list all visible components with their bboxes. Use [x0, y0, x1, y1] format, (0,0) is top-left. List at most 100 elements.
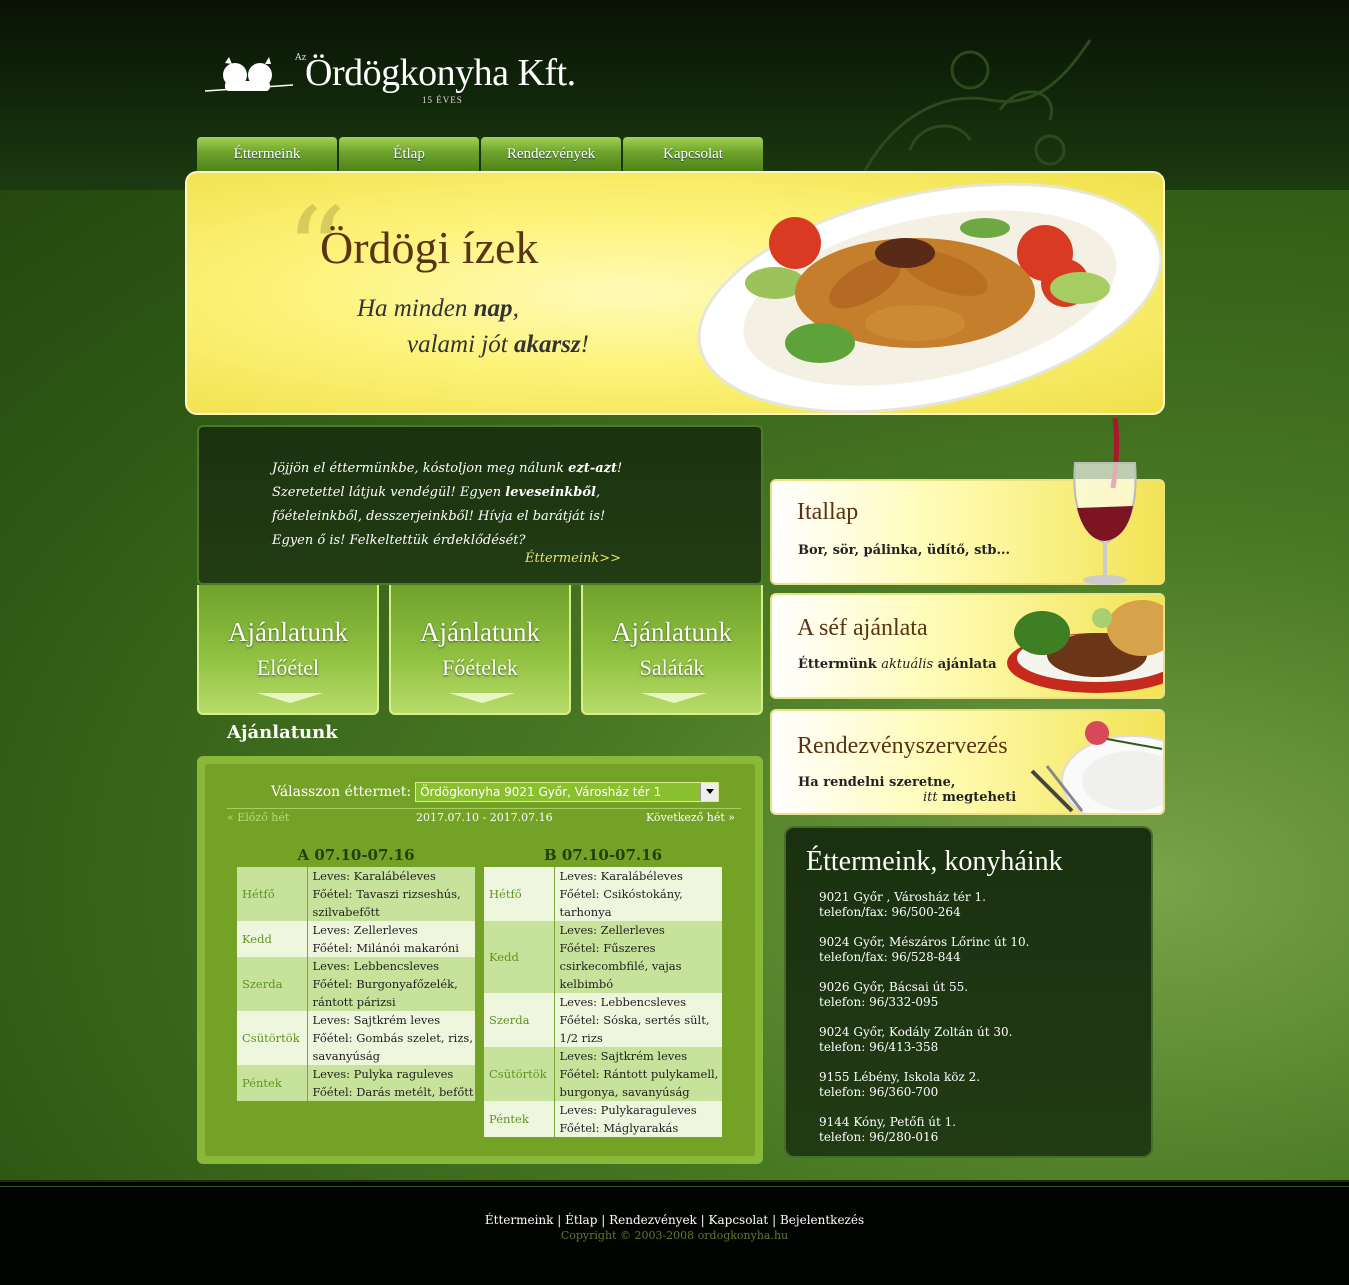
dish-cell: Leves: Pulyka raguleves Főétel: Darás met…	[307, 1065, 475, 1101]
events-box[interactable]: Rendezvényszervezés Ha rendelni szeretne…	[770, 709, 1165, 815]
rose-plate-icon	[1030, 721, 1163, 813]
table-row: Péntek Leves: Pulyka raguleves Főétel: Dar…	[237, 1065, 475, 1101]
dish-cell: Leves: Sajtkrém leves Főétel: Gombás szel…	[307, 1011, 475, 1065]
restaurant-select-label: Válasszon éttermet:	[271, 784, 412, 800]
day-cell: Hétfő	[484, 867, 555, 921]
logo-years: 15 ÉVES	[422, 95, 463, 105]
chevron-down-icon[interactable]	[700, 783, 719, 801]
list-item: 9026 Győr, Bácsai út 55. telefon: 96/332-…	[819, 980, 969, 1009]
list-item: 9024 Győr, Kodály Zoltán út 30. telefon: …	[819, 1025, 1013, 1054]
chef-box[interactable]: A séf ajánlata Éttermünk aktuális ajánla…	[770, 593, 1165, 699]
offer-tile-salatak[interactable]: Ajánlatunk Saláták	[581, 585, 763, 715]
hero-banner: “ Ördögi ízek Ha minden nap, valami jót …	[185, 171, 1165, 415]
food-plate-icon	[697, 182, 1163, 413]
events-subtitle-line2: itt megteheti	[923, 790, 1017, 805]
events-title: Rendezvényszervezés	[797, 733, 1008, 759]
hero-title: Ördögi ízek	[320, 222, 539, 273]
restaurant-select[interactable]: Ördögkonyha 9021 Győr, Városház tér 1	[415, 782, 720, 802]
table-row: Szerda Leves: Lebbencsleves Főétel: Sóska,…	[484, 993, 722, 1047]
menu-table-caption: A 07.10-07.16	[297, 846, 415, 864]
offer-tile-sub: Előétel	[256, 655, 320, 680]
logo-title: Ördögkonyha Kft.	[305, 52, 576, 94]
week-divider	[227, 808, 741, 809]
weekly-menu-inner: Válasszon éttermet: Ördögkonyha 9021 Győ…	[205, 764, 755, 1156]
next-week-link[interactable]: Következő hét »	[646, 811, 735, 824]
list-item: 9024 Győr, Mészáros Lőrinc út 10. telefon…	[819, 935, 1030, 964]
chef-title: A séf ajánlata	[797, 615, 928, 641]
menu-heading: Ajánlatunk	[227, 722, 338, 743]
day-cell: Kedd	[237, 921, 308, 957]
table-row: Csütörtök Leves: Sajtkrém leves Főétel: Rá…	[484, 1047, 722, 1101]
dish-cell: Leves: Karalábéleves Főétel: Csikóstokány…	[554, 867, 722, 921]
footer-separator: |	[772, 1213, 777, 1227]
day-cell: Csütörtök	[484, 1047, 555, 1101]
intro-more-link[interactable]: Éttermeink>>	[525, 551, 621, 566]
footer-link-rendezvenyek[interactable]: Rendezvények	[609, 1213, 697, 1227]
footer-link-bejelentkezes[interactable]: Bejelentkezés	[780, 1213, 864, 1227]
dish-cell: Leves: Lebbencsleves Főétel: Sóska, serté…	[554, 993, 722, 1047]
footer-separator: |	[700, 1213, 705, 1227]
nav-tab-kapcsolat[interactable]: Kapcsolat	[623, 137, 763, 171]
hero-slogan-line1: Ha minden nap,	[357, 295, 519, 322]
menu-table-caption: B 07.10-07.16	[543, 846, 663, 864]
dish-cell: Leves: Sajtkrém leves Főétel: Rántott pul…	[554, 1047, 722, 1101]
offer-tile-sub: Saláták	[639, 655, 705, 680]
footer-separator: |	[601, 1213, 606, 1227]
list-item: 9155 Lébény, Iskola köz 2. telefon: 96/36…	[819, 1070, 981, 1099]
table-row: Kedd Leves: Zellerleves Főétel: Milánói ma…	[237, 921, 475, 957]
restaurants-list: 9021 Győr , Városház tér 1. telefon/fax: …	[819, 890, 1029, 1160]
footer-link-etlap[interactable]: Étlap	[565, 1213, 597, 1227]
day-cell: Hétfő	[237, 867, 308, 921]
main-nav: Éttermeink Étlap Rendezvények Kapcsolat	[197, 137, 763, 171]
intro-box: Jöjjön el éttermünkbe, kóstoljon meg nál…	[197, 425, 763, 585]
nav-tab-etlap[interactable]: Étlap	[339, 137, 479, 171]
footer-link-ettermeink[interactable]: Éttermeink	[485, 1213, 554, 1227]
footer-nav: Éttermeink | Étlap | Rendezvények | Kapc…	[0, 1213, 1349, 1227]
offer-tile-eloetel[interactable]: Ajánlatunk Előétel	[197, 585, 379, 715]
dish-cell: Leves: Lebbencsleves Főétel: Burgonyafőze…	[307, 957, 475, 1011]
week-range: 2017.07.10 - 2017.07.16	[416, 811, 553, 824]
offer-tile-sub: Főételek	[442, 655, 518, 680]
menu-table-a: A 07.10-07.16 Hétfő Leves: Karalábéleves F…	[237, 846, 475, 1101]
dish-cell: Leves: Zellerleves Főétel: Fűszeres csirk…	[554, 921, 722, 993]
restaurant-select-value: Ördögkonyha 9021 Győr, Városház tér 1	[420, 785, 662, 799]
nav-tab-rendezvenyek[interactable]: Rendezvények	[481, 137, 621, 171]
site-logo[interactable]: Az Ördögkonyha Kft. 15 ÉVES	[205, 45, 625, 115]
offer-tile-title: Ajánlatunk	[420, 617, 540, 647]
steak-plate-icon	[1007, 600, 1163, 693]
dish-cell: Leves: Zellerleves Főétel: Milánói makaró…	[307, 921, 475, 957]
copyright: Copyright © 2003-2008 ordogkonyha.hu	[560, 1229, 789, 1242]
day-cell: Csütörtök	[237, 1011, 308, 1065]
table-row: Péntek Leves: Pulykaraguleves Főétel: Mágl…	[484, 1101, 722, 1137]
table-row: Kedd Leves: Zellerleves Főétel: Fűszeres c…	[484, 921, 722, 993]
day-cell: Szerda	[237, 957, 308, 1011]
list-item: 9144 Kóny, Petőfi út 1. telefon: 96/280-0…	[819, 1115, 957, 1144]
dish-cell: Leves: Pulykaraguleves Főétel: Máglyaraká…	[554, 1101, 722, 1137]
day-cell: Péntek	[484, 1101, 555, 1137]
prev-week-link[interactable]: « Előző hét	[227, 811, 289, 824]
wine-glass-icon	[1073, 418, 1137, 585]
devils-logo-icon	[205, 57, 294, 92]
day-cell: Szerda	[484, 993, 555, 1047]
swirl-ornament-icon	[858, 39, 1092, 181]
footer-divider	[0, 1186, 1349, 1187]
weekly-menu-panel: Válasszon éttermet: Ördögkonyha 9021 Győ…	[197, 756, 763, 1164]
nav-tab-ettermeink[interactable]: Éttermeink	[197, 137, 337, 171]
offer-tile-foetelek[interactable]: Ajánlatunk Főételek	[389, 585, 571, 715]
table-row: Hétfő Leves: Karalábéleves Főétel: Tavaszi…	[237, 867, 475, 921]
day-cell: Kedd	[484, 921, 555, 993]
down-arrow-icon	[449, 693, 515, 703]
table-row: Szerda Leves: Lebbencsleves Főétel: Burgon…	[237, 957, 475, 1011]
footer-link-kapcsolat[interactable]: Kapcsolat	[709, 1213, 769, 1227]
down-arrow-icon	[641, 693, 707, 703]
offer-tile-title: Ajánlatunk	[612, 617, 732, 647]
intro-text: Jöjjön el éttermünkbe, kóstoljon meg nál…	[272, 461, 623, 548]
offer-tile-title: Ajánlatunk	[228, 617, 348, 647]
drinks-subtitle: Bor, sör, pálinka, üdítő, stb...	[798, 543, 1011, 558]
footer-separator: |	[557, 1213, 562, 1227]
drinks-title: Itallap	[797, 499, 859, 525]
day-cell: Péntek	[237, 1065, 308, 1101]
list-item: 9021 Győr , Városház tér 1. telefon/fax: …	[819, 890, 986, 919]
chef-subtitle: Éttermünk aktuális ajánlata	[798, 657, 997, 672]
down-arrow-icon	[257, 693, 323, 703]
